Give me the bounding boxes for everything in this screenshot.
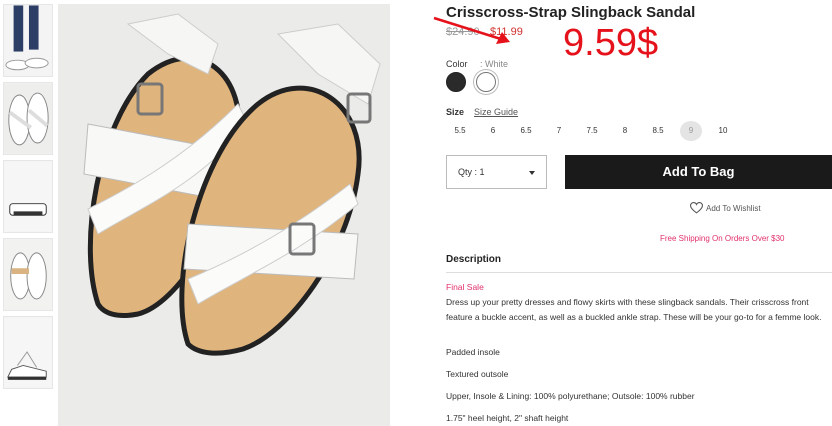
- description-body: Dress up your pretty dresses and flowy s…: [446, 297, 822, 322]
- main-product-image: [58, 4, 390, 426]
- color-value: : White: [480, 59, 509, 69]
- product-info-panel: Crisscross-Strap Slingback Sandal $24.90…: [433, 0, 832, 426]
- thumbnail-3[interactable]: [3, 160, 53, 233]
- heart-icon: [690, 202, 703, 214]
- size-option-9[interactable]: 9: [680, 121, 702, 141]
- size-option-8-5[interactable]: 8.5: [647, 121, 669, 141]
- size-options: 5.5 6 6.5 7 7.5 8 8.5 9 10: [446, 121, 746, 141]
- quantity-value: Qty : 1: [458, 167, 485, 177]
- quantity-select[interactable]: Qty : 1: [446, 155, 547, 189]
- size-option-10[interactable]: 10: [712, 121, 734, 141]
- wishlist-label: Add To Wishlist: [706, 204, 761, 213]
- divider: [446, 272, 832, 273]
- size-option-7[interactable]: 7: [548, 121, 570, 141]
- size-option-8[interactable]: 8: [614, 121, 636, 141]
- annotated-price: 9.59$: [563, 22, 659, 64]
- color-swatch-white[interactable]: [476, 72, 496, 92]
- thumbnail-1[interactable]: [3, 4, 53, 77]
- size-label: Size: [446, 107, 465, 117]
- size-option-7-5[interactable]: 7.5: [581, 121, 603, 141]
- color-label: Color: [446, 59, 468, 69]
- add-to-bag-button[interactable]: Add To Bag: [565, 155, 832, 189]
- thumbnail-2[interactable]: [3, 82, 53, 155]
- detail-insole: Padded insole: [446, 347, 500, 357]
- chevron-down-icon: [529, 171, 535, 175]
- size-option-5-5[interactable]: 5.5: [449, 121, 471, 141]
- color-swatch-black[interactable]: [446, 72, 466, 92]
- description-heading: Description: [446, 254, 502, 265]
- detail-materials: Upper, Insole & Lining: 100% polyurethan…: [446, 391, 695, 401]
- size-guide-link[interactable]: Size Guide: [474, 107, 518, 117]
- final-sale-label: Final Sale: [446, 282, 484, 292]
- detail-heel-height: 1.75" heel height, 2" shaft height: [446, 413, 569, 423]
- thumbnail-4[interactable]: [3, 238, 53, 311]
- size-option-6[interactable]: 6: [482, 121, 504, 141]
- free-shipping-banner: Free Shipping On Orders Over $30: [660, 234, 785, 243]
- annotation-arrow-icon: [433, 16, 510, 44]
- detail-outsole: Textured outsole: [446, 369, 509, 379]
- thumbnail-5[interactable]: [3, 316, 53, 389]
- size-option-6-5[interactable]: 6.5: [515, 121, 537, 141]
